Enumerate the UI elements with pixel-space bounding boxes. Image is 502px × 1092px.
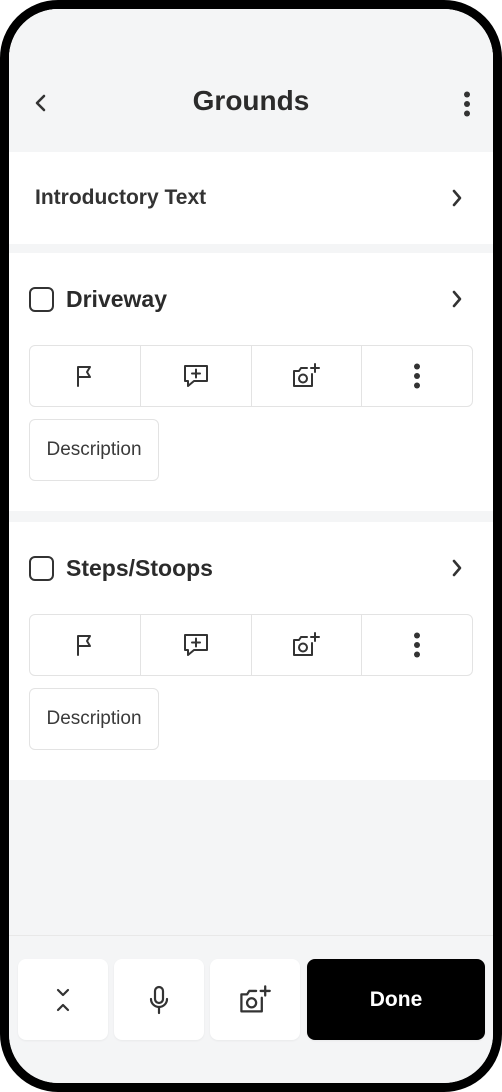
item-title: Steps/Stoops — [66, 554, 213, 581]
item-card-steps-stoops: Steps/Stoops Description — [9, 522, 493, 780]
add-photo-button[interactable] — [210, 959, 300, 1040]
item-header[interactable]: Driveway — [29, 281, 467, 317]
chevron-right-icon[interactable] — [447, 289, 467, 309]
bottom-divider — [9, 935, 493, 936]
flag-icon — [76, 366, 91, 387]
chevron-right-icon[interactable] — [447, 558, 467, 578]
item-checkbox[interactable] — [29, 286, 54, 312]
item-more-button[interactable] — [362, 346, 472, 406]
add-photo-button[interactable] — [252, 346, 363, 406]
description-button[interactable]: Description — [29, 419, 159, 481]
add-comment-button[interactable] — [141, 346, 252, 406]
microphone-icon — [149, 985, 169, 1014]
add-photo-icon — [293, 632, 321, 656]
item-header[interactable]: Steps/Stoops — [29, 550, 467, 586]
add-photo-button[interactable] — [252, 615, 363, 675]
collapse-button[interactable] — [18, 959, 108, 1040]
more-vertical-icon — [414, 363, 421, 389]
phone-frame: Grounds Introductory Text Driveway Descr… — [0, 0, 502, 1092]
item-toolbar — [29, 345, 473, 407]
more-vertical-icon — [414, 632, 421, 658]
introductory-text-label: Introductory Text — [35, 186, 207, 209]
page-title: Grounds — [192, 85, 310, 116]
more-vertical-icon — [464, 91, 470, 117]
item-toolbar — [29, 614, 473, 676]
add-comment-button[interactable] — [141, 615, 252, 675]
microphone-button[interactable] — [114, 959, 204, 1040]
add-comment-icon — [183, 634, 208, 656]
done-button[interactable]: Done — [307, 959, 485, 1040]
screen: Grounds Introductory Text Driveway Descr… — [9, 9, 493, 1083]
flag-icon — [76, 635, 91, 656]
item-card-driveway: Driveway Description — [9, 253, 493, 511]
flag-button[interactable] — [30, 346, 141, 406]
add-photo-icon — [293, 363, 321, 387]
description-button[interactable]: Description — [29, 688, 159, 750]
item-more-button[interactable] — [362, 615, 472, 675]
add-comment-icon — [183, 365, 208, 387]
chevron-right-icon — [447, 188, 467, 208]
more-menu-button[interactable] — [457, 89, 477, 119]
item-checkbox[interactable] — [29, 555, 54, 581]
header: Grounds — [9, 9, 493, 152]
add-photo-icon — [240, 984, 271, 1012]
item-title: Driveway — [66, 285, 168, 312]
introductory-text-row[interactable]: Introductory Text — [9, 152, 493, 244]
flag-button[interactable] — [30, 615, 141, 675]
collapse-icon — [56, 988, 70, 1011]
